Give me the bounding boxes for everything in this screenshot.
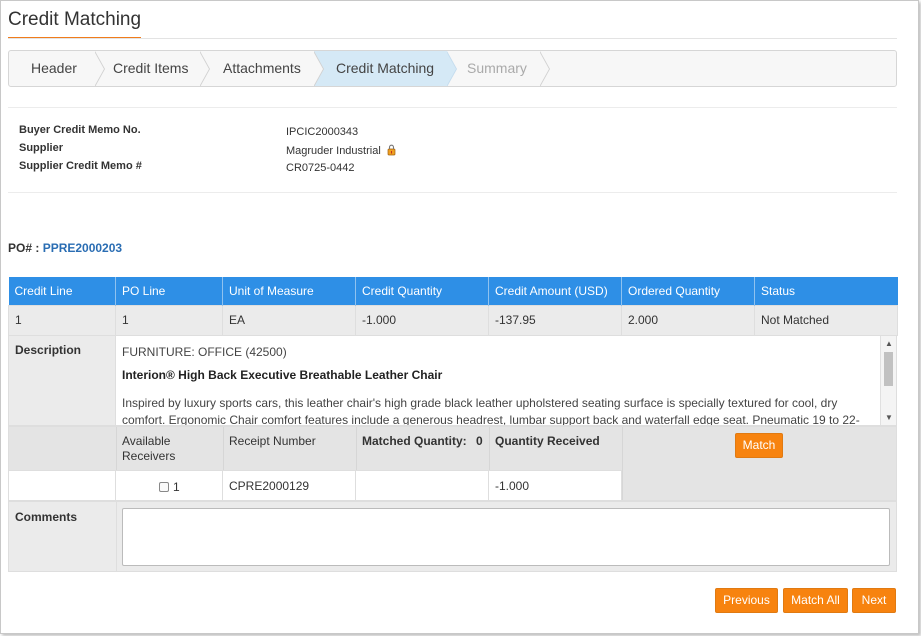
col-credit-line[interactable]: Credit Line [8,277,116,305]
step-separator-fill [539,51,549,86]
section-divider [8,107,897,108]
step-separator-fill [94,51,104,86]
step-summary[interactable]: Summary [467,51,527,86]
scroll-thumb[interactable] [884,352,893,386]
col-credit-amount[interactable]: Credit Amount (USD) [488,277,622,305]
supplier-memo-label: Supplier Credit Memo # [19,160,142,172]
comments-label: Comments [15,510,78,524]
page-title: Credit Matching [8,9,142,39]
receiver-row-blank [9,470,116,500]
receipt-number-header: Receipt Number [229,434,316,448]
supplier-memo-value: CR0725-0442 [286,162,355,174]
description-title: Interion® High Back Executive Breathable… [122,368,443,382]
col-status[interactable]: Status [754,277,898,305]
quantity-received-header: Quantity Received [495,434,600,448]
matched-quantity-value: 0 [476,434,483,448]
receipt-number-cell[interactable]: CPRE2000129 [229,479,309,493]
receiver-row-cell [356,470,489,500]
column-divider [223,427,224,470]
match-all-button[interactable]: Match All [783,588,848,613]
next-button[interactable]: Next [852,588,896,613]
receivers-section: Available Receivers Receipt Number Match… [8,426,897,501]
col-po-line[interactable]: PO Line [115,277,223,305]
column-divider [622,427,623,500]
buyer-memo-label: Buyer Credit Memo No. [19,124,141,136]
step-separator-fill [446,51,456,86]
col-credit-quantity[interactable]: Credit Quantity [355,277,489,305]
wizard-steps: Header Credit Items Attachments Credit M… [8,50,897,87]
description-scrollbar[interactable]: ▲ ▼ [880,336,896,425]
cell-credit-amount: -137.95 [488,304,622,336]
title-divider [8,38,897,39]
description-label: Description [9,336,116,425]
cell-ordered-quantity: 2.000 [621,304,755,336]
section-divider [8,192,897,193]
supplier-value-wrap: Magruder Industrial [286,144,396,157]
scroll-down-icon[interactable]: ▼ [881,412,897,424]
step-header[interactable]: Header [31,51,77,86]
matched-quantity-label: Matched Quantity: [362,434,467,448]
po-number-link[interactable]: PPRE2000203 [43,241,122,255]
column-divider [116,427,117,470]
step-attachments[interactable]: Attachments [223,51,301,86]
col-unit-of-measure[interactable]: Unit of Measure [222,277,356,305]
cell-status: Not Matched [754,304,898,336]
cell-po-line: 1 [115,304,223,336]
column-divider [116,502,117,571]
scroll-up-icon[interactable]: ▲ [881,338,897,350]
previous-button[interactable]: Previous [715,588,778,613]
description-category: FURNITURE: OFFICE (42500) [122,345,287,359]
match-button[interactable]: Match [735,433,783,458]
step-credit-matching[interactable]: Credit Matching [336,51,434,86]
po-heading: PO# : PPRE2000203 [8,241,122,255]
available-receivers-label: Available Receivers [122,434,176,463]
step-credit-items[interactable]: Credit Items [113,51,188,86]
supplier-label: Supplier [19,142,64,154]
column-divider [489,427,490,470]
cell-credit-quantity: -1.000 [355,304,489,336]
comments-textarea[interactable] [122,508,890,566]
supplier-value: Magruder Industrial [286,145,381,157]
supplier-status-icon[interactable] [387,144,396,156]
description-row: Description FURNITURE: OFFICE (42500) In… [8,335,897,426]
cell-unit-of-measure: EA [222,304,356,336]
column-divider [356,427,357,470]
col-ordered-quantity[interactable]: Ordered Quantity [621,277,755,305]
receiver-index: 1 [173,480,180,494]
quantity-received-cell: -1.000 [495,479,530,493]
cell-credit-line: 1 [8,304,116,336]
step-separator-fill [313,51,323,86]
table-row: 1 1 EA -1.000 -137.95 2.000 Not Matched [8,304,898,336]
table-header-row: Credit Line PO Line Unit of Measure Cred… [8,277,898,305]
app-window: Credit Matching Header Credit Items Atta… [0,0,919,634]
receiver-select: 1 [159,480,180,494]
po-label: PO# : [8,241,40,255]
matched-quantity-summary: Matched Quantity: 0 [362,434,483,448]
receiver-checkbox[interactable] [159,482,169,492]
description-text[interactable]: FURNITURE: OFFICE (42500) Interion® High… [116,336,880,425]
buyer-memo-value: IPCIC2000343 [286,126,359,138]
credit-lines-table: Credit Line PO Line Unit of Measure Cred… [8,277,898,336]
comments-row: Comments [8,501,897,572]
description-body: Inspired by luxury sports cars, this lea… [122,396,860,425]
step-separator-fill [199,51,209,86]
